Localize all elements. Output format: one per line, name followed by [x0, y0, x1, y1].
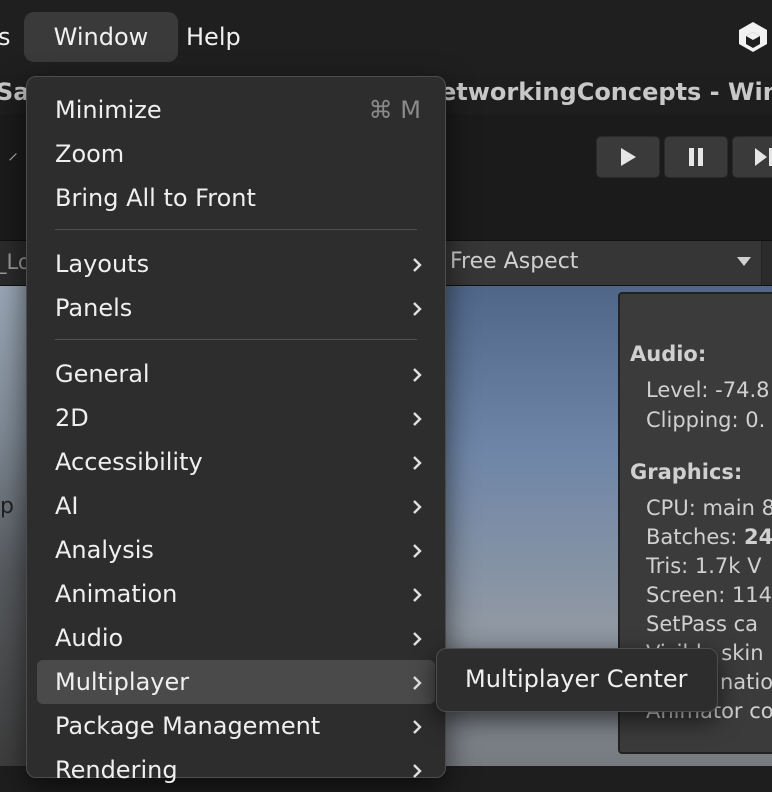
menu-item-label: Package Management: [55, 712, 321, 740]
chevron-right-icon: [413, 588, 422, 602]
pause-icon: [689, 148, 703, 166]
step-icon: [755, 148, 772, 166]
chevron-right-icon: [413, 500, 422, 514]
audio-level: Level: -74.8: [646, 378, 770, 402]
scene-label-fragment: p: [0, 494, 14, 519]
menu-item-package-management[interactable]: Package Management: [37, 704, 435, 748]
chevron-right-icon: [413, 544, 422, 558]
graphics-header: Graphics:: [630, 460, 743, 484]
menu-item-label: Rendering: [55, 756, 178, 784]
menu-item-label: 2D: [55, 404, 89, 432]
multiplayer-submenu: Multiplayer Center: [436, 648, 718, 712]
menu-separator: [55, 339, 417, 340]
menu-item-label: Audio: [55, 624, 124, 652]
play-icon: [621, 148, 636, 166]
chevron-right-icon: [413, 720, 422, 734]
menu-item-label: Animation: [55, 580, 178, 608]
play-button[interactable]: [596, 136, 660, 178]
menu-item-general[interactable]: General: [37, 352, 435, 396]
menu-item-label: Panels: [55, 294, 133, 322]
chevron-right-icon: [413, 632, 422, 646]
menu-item-label: Layouts: [55, 250, 150, 278]
menu-item-minimize[interactable]: Minimize ⌘ M: [37, 88, 435, 132]
chevron-right-icon: [413, 676, 422, 690]
pause-button[interactable]: [664, 136, 728, 178]
menu-item-multiplayer[interactable]: Multiplayer: [37, 660, 435, 704]
menu-separator: [55, 229, 417, 230]
menu-item-ai[interactable]: AI: [37, 484, 435, 528]
stat-setpass: SetPass ca: [646, 612, 759, 636]
menubar-item-partial[interactable]: s: [0, 12, 11, 62]
stat-cpu: CPU: main 8: [646, 496, 772, 520]
menu-bar: s Window Help: [0, 0, 772, 74]
stat-batches-label: Batches:: [646, 525, 744, 549]
stat-batches: Batches: 24: [646, 525, 772, 549]
chevron-right-icon: [413, 456, 422, 470]
aspect-dropdown-label: Free Aspect: [450, 249, 579, 274]
window-title: etworkingConcepts - Win: [440, 78, 772, 106]
menu-item-label: Zoom: [55, 140, 125, 168]
step-button[interactable]: [732, 136, 772, 178]
aspect-dropdown[interactable]: Free Aspect: [440, 241, 762, 285]
window-menu: Minimize ⌘ M Zoom Bring All to Front Lay…: [26, 76, 446, 784]
chevron-right-icon: [413, 368, 422, 382]
menu-item-label: Multiplayer: [55, 668, 190, 696]
menu-item-label: Accessibility: [55, 448, 203, 476]
chevron-right-icon: [413, 412, 422, 426]
menu-item-analysis[interactable]: Analysis: [37, 528, 435, 572]
menu-item-audio[interactable]: Audio: [37, 616, 435, 660]
audio-clipping: Clipping: 0.: [646, 408, 766, 432]
chevron-right-icon: [413, 302, 422, 316]
menu-item-rendering[interactable]: Rendering: [37, 748, 435, 792]
menu-item-bring-all-to-front[interactable]: Bring All to Front: [37, 176, 435, 220]
shortcut-label: ⌘ M: [368, 96, 421, 124]
chevron-right-icon: [413, 764, 422, 778]
unity-logo-icon[interactable]: [736, 20, 770, 54]
menu-item-layouts[interactable]: Layouts: [37, 242, 435, 286]
chevron-down-icon: [737, 257, 751, 266]
menu-item-label: Analysis: [55, 536, 154, 564]
stat-screen: Screen: 114: [646, 583, 772, 607]
menu-item-label: General: [55, 360, 150, 388]
menu-item-accessibility[interactable]: Accessibility: [37, 440, 435, 484]
audio-header: Audio:: [630, 342, 707, 366]
menu-item-multiplayer-center[interactable]: Multiplayer Center: [465, 665, 688, 693]
chevron-right-icon: [413, 258, 422, 272]
menu-item-panels[interactable]: Panels: [37, 286, 435, 330]
menubar-item-window[interactable]: Window: [24, 12, 178, 62]
menu-item-zoom[interactable]: Zoom: [37, 132, 435, 176]
menu-item-label: Minimize: [55, 96, 162, 124]
menubar-item-help[interactable]: Help: [186, 12, 241, 62]
stat-tris: Tris: 1.7k V: [646, 554, 762, 578]
menu-item-label: AI: [55, 492, 79, 520]
transform-tool-icon[interactable]: ⸝: [8, 138, 18, 165]
stat-animation: nation c: [720, 670, 772, 694]
stat-batches-value: 24: [743, 525, 772, 549]
menu-item-2d[interactable]: 2D: [37, 396, 435, 440]
menu-item-animation[interactable]: Animation: [37, 572, 435, 616]
menu-item-label: Bring All to Front: [55, 184, 256, 212]
